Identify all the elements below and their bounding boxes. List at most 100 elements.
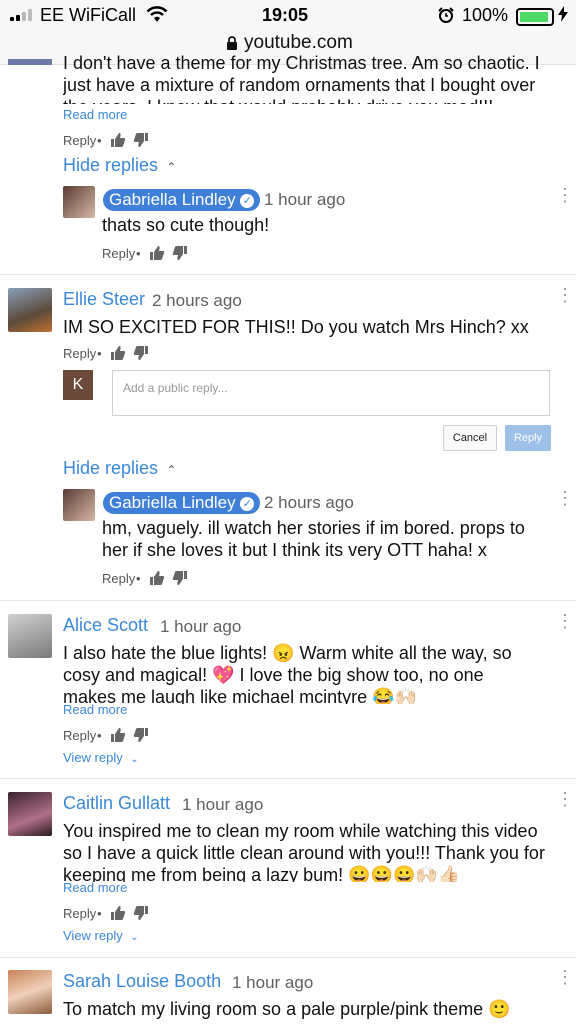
view-reply-label: View reply (63, 750, 123, 765)
comment-thread-6: Sarah Louise Booth 1 hour ago ⋮ To match… (0, 968, 576, 1024)
view-reply-label: View reply (63, 928, 123, 943)
comment-time: 1 hour ago (160, 617, 242, 636)
separator-dot: • (97, 906, 102, 921)
comment-time: 1 hour ago (264, 190, 346, 209)
signal-icon (10, 9, 36, 21)
more-options-icon[interactable]: ⋮ (556, 489, 574, 507)
thumbs-up-icon[interactable] (110, 905, 126, 921)
comment-text: I don't have a theme for my Christmas tr… (63, 53, 540, 104)
alarm-icon (438, 7, 454, 28)
divider (0, 778, 576, 779)
thumbs-up-icon[interactable] (110, 345, 126, 361)
comment-time: 2 hours ago (264, 493, 354, 512)
chevron-up-icon: ⌃ (166, 463, 177, 477)
user-avatar: K (63, 370, 93, 400)
reply-button[interactable]: Reply (63, 133, 96, 148)
author-name: Gabriella Lindley (109, 190, 236, 209)
more-options-icon[interactable]: ⋮ (556, 968, 574, 986)
chevron-down-icon: ⌄ (130, 754, 139, 765)
reply-composer: K Add a public reply... Cancel Reply (0, 368, 576, 458)
thumbs-down-icon[interactable] (133, 727, 149, 743)
author-name: Gabriella Lindley (109, 493, 236, 512)
comment-text: hm, vaguely. ill watch her stories if im… (102, 518, 525, 560)
chevron-up-icon: ⌃ (166, 160, 177, 174)
comment-text: You inspired me to clean my room while w… (63, 821, 545, 882)
battery-icon (516, 8, 554, 26)
separator-dot: • (136, 571, 141, 586)
thumbs-down-icon[interactable] (172, 245, 188, 261)
comment-time: 1 hour ago (182, 795, 264, 814)
thumbs-down-icon[interactable] (172, 570, 188, 586)
thumbs-down-icon[interactable] (133, 905, 149, 921)
thumbs-down-icon[interactable] (133, 345, 149, 361)
comment-text: To match my living room so a pale purple… (63, 999, 511, 1019)
reply-placeholder: Add a public reply... (123, 381, 228, 395)
comment-thread-0: I don't have a theme for my Christmas tr… (0, 53, 576, 190)
hide-replies-label: Hide replies (63, 155, 159, 175)
charging-icon (558, 6, 568, 27)
thumbs-down-icon[interactable] (133, 132, 149, 148)
more-options-icon[interactable]: ⋮ (556, 286, 574, 304)
divider (0, 957, 576, 958)
comment-text-window: I don't have a theme for my Christmas tr… (63, 52, 563, 104)
thumbs-up-icon[interactable] (149, 570, 165, 586)
reply-button[interactable]: Reply (102, 571, 135, 586)
author-name[interactable]: Caitlin Gullatt (63, 793, 170, 814)
avatar (63, 186, 95, 218)
thumbs-up-icon[interactable] (110, 132, 126, 148)
reply-submit-button[interactable]: Reply (505, 425, 551, 451)
separator-dot: • (97, 728, 102, 743)
reply-input[interactable]: Add a public reply... (112, 370, 550, 416)
author-name[interactable]: Sarah Louise Booth (63, 971, 221, 992)
clock: 19:05 (262, 5, 309, 25)
comment-time: 2 hours ago (152, 291, 242, 310)
chevron-down-icon: ⌄ (130, 932, 139, 943)
more-options-icon[interactable]: ⋮ (556, 612, 574, 630)
read-more-link[interactable]: Read more (63, 880, 127, 895)
verified-check-icon: ✓ (240, 496, 255, 511)
comment-text-window: I also hate the blue lights! 😠 Warm whit… (63, 642, 533, 704)
wifi-icon (146, 5, 168, 28)
avatar (8, 792, 52, 836)
reply-button[interactable]: Reply (63, 906, 96, 921)
avatar (8, 288, 52, 332)
divider (0, 600, 576, 601)
author-badge[interactable]: Gabriella Lindley ✓ (103, 492, 261, 514)
read-more-link[interactable]: Read more (63, 702, 127, 717)
comment-text: thats so cute though! (102, 215, 270, 235)
avatar (8, 970, 52, 1014)
read-more-link[interactable]: Read more (63, 107, 127, 122)
verified-check-icon: ✓ (240, 193, 255, 208)
separator-dot: • (97, 133, 102, 148)
battery-percent: 100% (462, 5, 509, 25)
view-reply-toggle[interactable]: View reply ⌄ (63, 927, 139, 945)
avatar (8, 614, 52, 658)
carrier-label: EE WiFiCall (40, 5, 137, 25)
thumbs-up-icon[interactable] (110, 727, 126, 743)
url-bar[interactable]: youtube.com (244, 32, 353, 54)
author-badge[interactable]: Gabriella Lindley ✓ (103, 189, 261, 211)
comment-text: IM SO EXCITED FOR THIS!! Do you watch Mr… (63, 317, 529, 337)
avatar-partial (8, 59, 52, 65)
author-name[interactable]: Alice Scott (63, 615, 148, 636)
more-options-icon[interactable]: ⋮ (556, 186, 574, 204)
author-name[interactable]: Ellie Steer (63, 289, 145, 310)
reply-button[interactable]: Reply (63, 728, 96, 743)
hide-replies-label: Hide replies (63, 458, 159, 478)
comment-thread-2: Ellie Steer 2 hours ago ⋮ IM SO EXCITED … (0, 286, 576, 366)
reply-button[interactable]: Reply (102, 246, 135, 261)
reply-comment-3: Gabriella Lindley ✓ 2 hours ago ⋮ hm, va… (0, 489, 576, 593)
comment-time: 1 hour ago (232, 973, 314, 992)
thumbs-up-icon[interactable] (149, 245, 165, 261)
reply-button[interactable]: Reply (63, 346, 96, 361)
cancel-button[interactable]: Cancel (443, 425, 497, 451)
reply-comment-1: Gabriella Lindley ✓ 1 hour ago ⋮ thats s… (0, 186, 576, 266)
separator-dot: • (136, 246, 141, 261)
hide-replies-toggle[interactable]: Hide replies ⌃ (63, 155, 177, 176)
comment-thread-4: Alice Scott 1 hour ago ⋮ I also hate the… (0, 612, 576, 772)
divider (0, 274, 576, 275)
hide-replies-toggle[interactable]: Hide replies ⌃ (63, 458, 177, 479)
view-reply-toggle[interactable]: View reply ⌄ (63, 749, 139, 767)
separator-dot: • (97, 346, 102, 361)
more-options-icon[interactable]: ⋮ (556, 790, 574, 808)
